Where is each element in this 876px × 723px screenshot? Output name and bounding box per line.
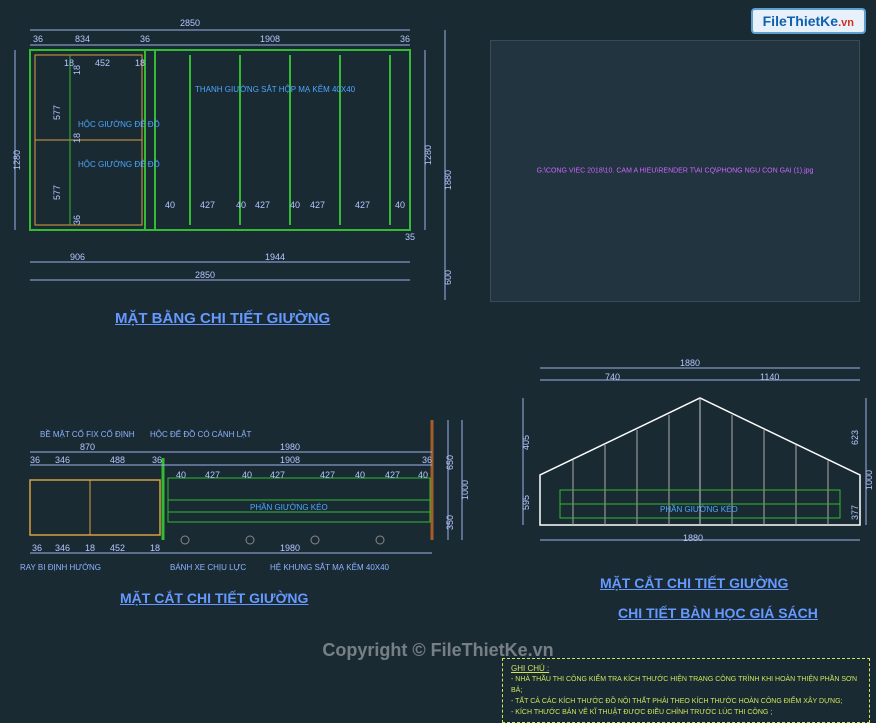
sr-r-t: 623 — [850, 430, 860, 445]
plan-label-shelf2: HỘC GIƯỜNG ĐỂ ĐỒ — [78, 160, 160, 169]
sr-top-b: 1140 — [760, 372, 779, 382]
note-l3: - KÍCH THƯỚC BẢN VẼ KĨ THUẬT ĐƯỢC ĐIỀU C… — [511, 707, 861, 718]
plan-int-b: 427 — [200, 200, 215, 210]
plan-dim-seg3: 36 — [140, 34, 150, 44]
sr-bot-total: 1880 — [683, 533, 703, 543]
title-sub: CHI TIẾT BÀN HỌC GIÁ SÁCH — [618, 605, 818, 621]
plan-int-a: 40 — [165, 200, 175, 210]
sl-bot-c: 452 — [110, 543, 125, 553]
plan-ext: 35 — [405, 232, 415, 242]
plan-dim-s1: 577 — [52, 105, 62, 120]
sr-l-a: 405 — [521, 435, 531, 450]
sl-bot-e: 1980 — [280, 543, 300, 553]
sl-int-h: 40 — [418, 470, 428, 480]
note-l2: - TẤT CẢ CÁC KÍCH THƯỚC ĐỒ NỘI THẤT PHẢI… — [511, 696, 861, 707]
sl-lbl-p: PHẦN GIƯỜNG KÉO — [250, 503, 328, 512]
plan-int-h: 40 — [395, 200, 405, 210]
plan-int-f: 427 — [310, 200, 325, 210]
sr-r-h: 1000 — [864, 470, 874, 490]
sl-r-h: 1000 — [460, 480, 470, 500]
sl-lbl-b2: BÁNH XE CHỊU LỰC — [170, 563, 246, 572]
plan-dim-s2: 577 — [52, 185, 62, 200]
sl-r-s: 650 — [445, 455, 455, 470]
sl-sub-f: 36 — [422, 455, 432, 465]
plan-dim-sub-a: 452 — [95, 58, 110, 68]
sl-lbl-t2: HỘC ĐỂ ĐỒ CÓ CÁNH LẬT — [150, 430, 251, 439]
plan-int-d: 427 — [255, 200, 270, 210]
image-path-text: G:\CONG VIEC 2018\10. CAM A HIEU\RENDER … — [537, 168, 814, 175]
plan-dim-seg2: 834 — [75, 34, 90, 44]
plan-dim-s4: 18 — [72, 65, 82, 75]
plan-bot-b: 1944 — [265, 252, 285, 262]
sr-lbl-p: PHẦN GIƯỜNG KÉO — [660, 505, 738, 514]
sl-top-b: 1980 — [280, 442, 300, 452]
plan-int-g: 427 — [355, 200, 370, 210]
plan-int-e: 40 — [290, 200, 300, 210]
sr-l-b: 595 — [521, 495, 531, 510]
sl-sub-b: 346 — [55, 455, 70, 465]
sl-int-b: 427 — [205, 470, 220, 480]
note-l1: - NHÀ THẦU THI CÔNG KIỂM TRA KÍCH THƯỚC … — [511, 674, 861, 696]
plan-bot-total: 2850 — [195, 270, 215, 280]
sl-int-f: 40 — [355, 470, 365, 480]
plan-dim-rh1: 1280 — [423, 145, 433, 165]
sl-int-g: 427 — [385, 470, 400, 480]
image-placeholder-panel: G:\CONG VIEC 2018\10. CAM A HIEU\RENDER … — [490, 40, 860, 302]
title-plan: MẶT BẰNG CHI TIẾT GIƯỜNG — [115, 310, 330, 327]
drawing-canvas: FileThietKe.vn — [0, 0, 876, 719]
sl-sub-c: 488 — [110, 455, 125, 465]
plan-label-frame: THANH GIƯỜNG SẮT HỘP MẠ KẼM 40X40 — [195, 85, 355, 94]
plan-dim-sub-c: 18 — [135, 58, 145, 68]
note-title: GHI CHÚ : — [511, 663, 861, 674]
sl-sub-a: 36 — [30, 455, 40, 465]
sl-lbl-t1: BỀ MẶT CỐ FIX CỐ ĐỊNH — [40, 430, 135, 439]
sl-sub-d: 36 — [152, 455, 162, 465]
sl-bot-a: 346 — [55, 543, 70, 553]
plan-dim-s3: 18 — [72, 133, 82, 143]
sr-top-total: 1880 — [680, 358, 700, 368]
sl-int-a: 40 — [176, 470, 186, 480]
sl-lbl-b3: HỆ KHUNG SẮT MẠ KẼM 40X40 — [270, 563, 389, 572]
sl-int-c: 40 — [242, 470, 252, 480]
sr-r-b: 377 — [850, 505, 860, 520]
sl-r-t: 350 — [445, 515, 455, 530]
sl-sub-e: 1908 — [280, 455, 300, 465]
plan-dim-total-top: 2850 — [180, 18, 200, 28]
sl-int-d: 427 — [270, 470, 285, 480]
plan-dim-rh2: 1880 — [443, 170, 453, 190]
sl-lbl-b1: RAY BI ĐỊNH HƯỚNG — [20, 563, 101, 572]
plan-dim-rh3: 600 — [443, 270, 453, 285]
plan-label-shelf1: HỘC GIƯỜNG ĐỂ ĐỒ — [78, 120, 160, 129]
sl-top-a: 870 — [80, 442, 95, 452]
note-box: GHI CHÚ : - NHÀ THẦU THI CÔNG KIỂM TRA K… — [502, 658, 870, 723]
sl-bot-b: 18 — [85, 543, 95, 553]
title-section-right: MẶT CẮT CHI TIẾT GIƯỜNG — [600, 575, 788, 591]
plan-dim-h: 1280 — [12, 150, 22, 170]
plan-dim-seg4: 1908 — [260, 34, 280, 44]
sr-top-a: 740 — [605, 372, 620, 382]
plan-dim-s5: 36 — [72, 215, 82, 225]
plan-int-c: 40 — [236, 200, 246, 210]
sl-bot-d: 18 — [150, 543, 160, 553]
plan-dim-seg1: 36 — [33, 34, 43, 44]
plan-bot-a: 906 — [70, 252, 85, 262]
plan-dim-seg5: 36 — [400, 34, 410, 44]
title-section-left: MẶT CẮT CHI TIẾT GIƯỜNG — [120, 590, 308, 606]
sl-int-e: 427 — [320, 470, 335, 480]
sl-bot-z: 36 — [32, 543, 42, 553]
